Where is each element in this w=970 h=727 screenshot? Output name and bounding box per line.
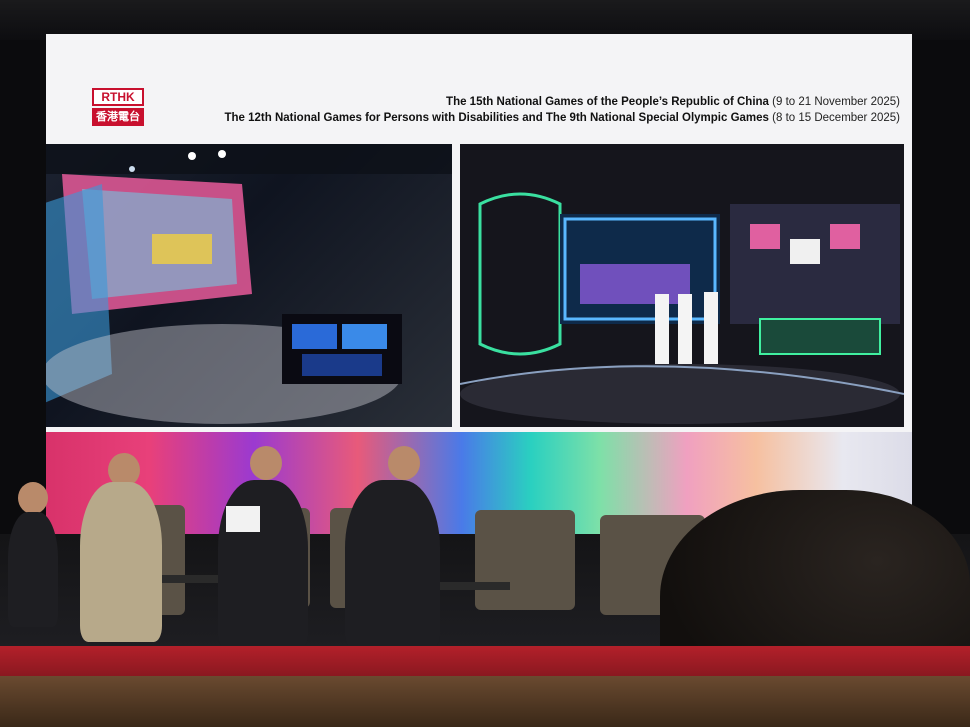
studio-photo-right xyxy=(460,144,904,427)
rthk-logo-text: RTHK xyxy=(92,88,144,106)
panelist xyxy=(8,512,58,627)
studio-left-illustration xyxy=(46,144,452,424)
slide-header-line-1: The 15th National Games of the People’s … xyxy=(446,96,900,108)
studio-right-illustration xyxy=(460,144,904,427)
panelist-head xyxy=(388,446,420,480)
panelist xyxy=(345,480,440,650)
red-carpet xyxy=(0,646,970,676)
rthk-logo: RTHK 香港電台 xyxy=(92,88,144,126)
studio-photo-left xyxy=(46,144,452,427)
armchair xyxy=(475,510,575,610)
stage-front-edge xyxy=(0,676,970,727)
panelist xyxy=(80,482,162,642)
panelist-head xyxy=(250,446,282,480)
header-1-dates: (9 to 21 November 2025) xyxy=(768,96,900,108)
slide-header-line-2: The 12th National Games for Persons with… xyxy=(224,112,900,124)
rthk-logo-chinese: 香港電台 xyxy=(92,108,144,126)
panelist-head xyxy=(18,482,48,514)
projection-screen: RTHK 香港電台 The 15th National Games of the… xyxy=(46,34,912,534)
header-1-title: The 15th National Games of the People’s … xyxy=(446,96,769,108)
header-2-title: The 12th National Games for Persons with… xyxy=(224,112,769,124)
paper-sheet xyxy=(226,506,260,532)
header-2-dates: (8 to 15 December 2025) xyxy=(768,112,900,124)
